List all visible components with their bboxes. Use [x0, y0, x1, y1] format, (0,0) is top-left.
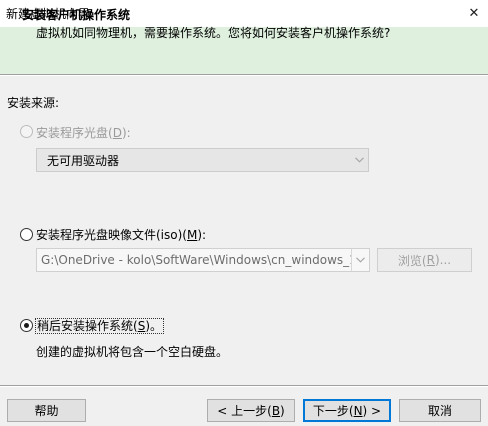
radio-selected-dot: [24, 323, 29, 328]
help-button[interactable]: 帮助: [7, 399, 86, 422]
browse-button[interactable]: 浏览(R)...: [377, 248, 472, 272]
cancel-button[interactable]: 取消: [399, 399, 481, 422]
iso-path-value: G:\OneDrive - kolo\SoftWare\Windows\cn_w…: [41, 253, 351, 267]
radio-install-later[interactable]: [20, 319, 33, 332]
header-divider-highlight: [0, 75, 488, 76]
radio-installer-disc[interactable]: [20, 125, 33, 138]
chevron-down-icon: [350, 157, 368, 163]
footer-divider-highlight: [0, 386, 488, 387]
close-icon: ✕: [468, 6, 480, 21]
focus-rectangle: 稍后安装操作系统(S)。: [35, 318, 164, 334]
drive-dropdown[interactable]: 无可用驱动器: [36, 148, 369, 172]
page-title: 安装客户机操作系统: [22, 8, 131, 22]
radio-iso-file[interactable]: [20, 228, 33, 241]
iso-path-combobox[interactable]: G:\OneDrive - kolo\SoftWare\Windows\cn_w…: [36, 248, 370, 272]
install-later-description: 创建的虚拟机将包含一个空白硬盘。: [36, 345, 229, 359]
drive-dropdown-value: 无可用驱动器: [47, 153, 120, 168]
installer-disc-label: 安装程序光盘(D):: [36, 126, 131, 140]
chevron-down-icon: [351, 249, 369, 271]
close-button[interactable]: ✕: [460, 0, 488, 27]
next-button[interactable]: 下一步(N) >: [303, 399, 391, 422]
install-source-label: 安装来源:: [7, 96, 60, 110]
iso-file-label: 安装程序光盘映像文件(iso)(M):: [36, 228, 207, 242]
back-button[interactable]: < 上一步(B): [207, 399, 295, 422]
install-later-label: 稍后安装操作系统(S)。: [35, 317, 164, 334]
page-subtitle: 虚拟机如同物理机，需要操作系统。您将如何安装客户机操作系统?: [36, 26, 391, 40]
